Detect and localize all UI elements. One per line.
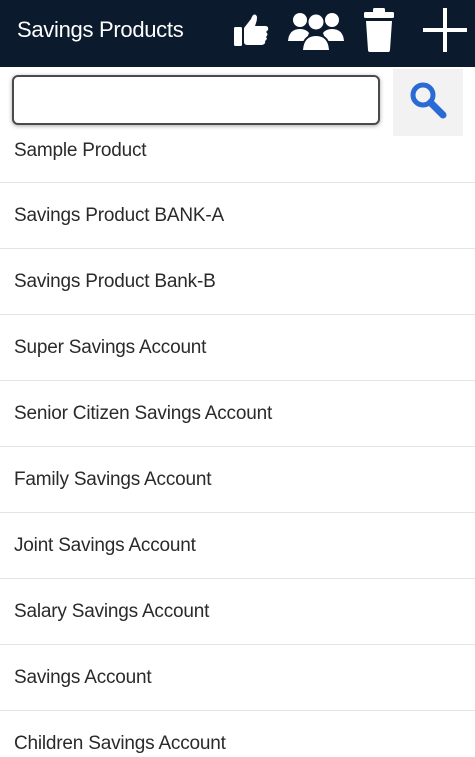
trash-icon <box>359 6 399 54</box>
list-item-label: Senior Citizen Savings Account <box>14 403 273 424</box>
page-title: Savings Products <box>17 17 184 42</box>
list-item[interactable]: Super Savings Account <box>0 315 475 381</box>
list-item[interactable]: Sample Product <box>0 117 475 183</box>
like-button[interactable] <box>226 0 276 60</box>
list-item[interactable]: Savings Product BANK-A <box>0 183 475 249</box>
list-item[interactable]: Joint Savings Account <box>0 513 475 579</box>
delete-button[interactable] <box>356 0 402 60</box>
list-item-label: Family Savings Account <box>14 469 212 490</box>
product-list: Sample Product Savings Product BANK-A Sa… <box>0 117 475 757</box>
add-button[interactable] <box>416 0 474 60</box>
list-item[interactable]: Senior Citizen Savings Account <box>0 381 475 447</box>
list-item[interactable]: Savings Account <box>0 645 475 711</box>
plus-icon <box>419 4 471 56</box>
list-item-label: Savings Account <box>14 667 152 688</box>
top-bar: Savings Products <box>0 0 475 67</box>
list-item-label: Savings Product Bank-B <box>14 271 216 292</box>
list-item-label: Children Savings Account <box>14 733 226 754</box>
group-button[interactable] <box>284 0 348 60</box>
list-item-label: Sample Product <box>14 140 147 161</box>
list-item[interactable]: Savings Product Bank-B <box>0 249 475 315</box>
list-item[interactable]: Salary Savings Account <box>0 579 475 645</box>
list-item-label: Super Savings Account <box>14 337 207 358</box>
list-item[interactable]: Family Savings Account <box>0 447 475 513</box>
thumbs-up-icon <box>231 10 271 50</box>
list-item[interactable]: Children Savings Account <box>0 711 475 757</box>
app-window: Savings Products Sample Product Savings … <box>0 0 475 757</box>
group-icon <box>286 7 346 53</box>
list-item-label: Salary Savings Account <box>14 601 210 622</box>
list-item-label: Joint Savings Account <box>14 535 196 556</box>
list-item-label: Savings Product BANK-A <box>14 205 224 226</box>
